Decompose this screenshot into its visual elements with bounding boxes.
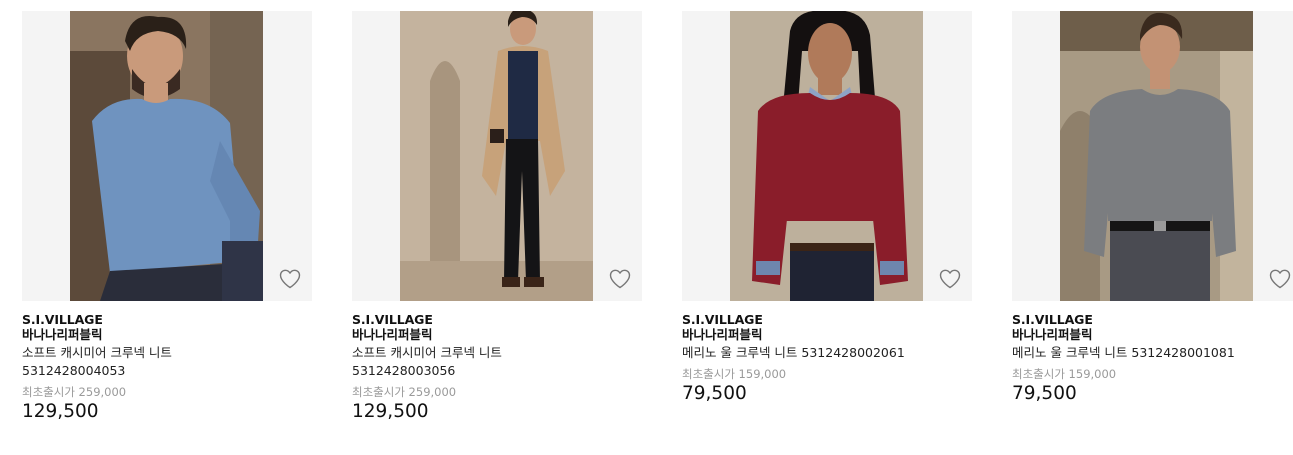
- product-card[interactable]: S.I.VILLAGE 바나나리퍼블릭 메리노 울 크루넥 니트 5312428…: [1012, 11, 1293, 405]
- original-price: 최초출시가 159,000: [682, 367, 787, 381]
- sale-price: 129,500: [22, 401, 99, 422]
- sale-price: 129,500: [352, 401, 429, 422]
- product-name[interactable]: 메리노 울 크루넥 니트 5312428002061: [682, 344, 972, 362]
- heart-outline-icon: [939, 269, 961, 289]
- sale-price: 79,500: [1012, 383, 1077, 404]
- product-code: 5312428004053: [22, 363, 126, 378]
- product-name[interactable]: 소프트 캐시미어 크루넥 니트 5312428004053: [22, 344, 312, 380]
- product-image-frame[interactable]: [22, 11, 312, 301]
- heart-outline-icon: [279, 269, 301, 289]
- sale-price: 79,500: [682, 383, 747, 404]
- wishlist-button[interactable]: [938, 267, 962, 291]
- product-image-frame[interactable]: [1012, 11, 1293, 301]
- brand-name[interactable]: S.I.VILLAGE: [352, 312, 642, 327]
- sub-brand-name[interactable]: 바나나리퍼블릭: [22, 327, 312, 343]
- brand-name[interactable]: S.I.VILLAGE: [1012, 312, 1293, 327]
- wishlist-button[interactable]: [1268, 267, 1292, 291]
- sub-brand-name[interactable]: 바나나리퍼블릭: [1012, 327, 1293, 343]
- sub-brand-name[interactable]: 바나나리퍼블릭: [682, 327, 972, 343]
- product-grid: S.I.VILLAGE 바나나리퍼블릭 소프트 캐시미어 크루넥 니트 5312…: [22, 11, 1293, 455]
- product-name[interactable]: 메리노 울 크루넥 니트 5312428001081: [1012, 344, 1293, 362]
- product-info: S.I.VILLAGE 바나나리퍼블릭 메리노 울 크루넥 니트 5312428…: [682, 301, 972, 405]
- original-price: 최초출시가 259,000: [22, 385, 127, 399]
- product-name-line: 메리노 울 크루넥 니트 5312428001081: [1012, 345, 1235, 360]
- product-image-frame[interactable]: [352, 11, 642, 301]
- wishlist-button[interactable]: [608, 267, 632, 291]
- product-name[interactable]: 소프트 캐시미어 크루넥 니트 5312428003056: [352, 344, 642, 380]
- product-info: S.I.VILLAGE 바나나리퍼블릭 메리노 울 크루넥 니트 5312428…: [1012, 301, 1293, 405]
- product-photo[interactable]: [730, 11, 923, 301]
- product-code: 5312428003056: [352, 363, 456, 378]
- product-card[interactable]: S.I.VILLAGE 바나나리퍼블릭 메리노 울 크루넥 니트 5312428…: [682, 11, 972, 405]
- brand-name[interactable]: S.I.VILLAGE: [22, 312, 312, 327]
- product-image-frame[interactable]: [682, 11, 972, 301]
- brand-name[interactable]: S.I.VILLAGE: [682, 312, 972, 327]
- product-info: S.I.VILLAGE 바나나리퍼블릭 소프트 캐시미어 크루넥 니트 5312…: [22, 301, 312, 423]
- heart-outline-icon: [1269, 269, 1291, 289]
- product-card[interactable]: S.I.VILLAGE 바나나리퍼블릭 소프트 캐시미어 크루넥 니트 5312…: [22, 11, 312, 423]
- product-photo[interactable]: [1060, 11, 1253, 301]
- product-photo[interactable]: [400, 11, 593, 301]
- product-name-line: 메리노 울 크루넥 니트 5312428002061: [682, 345, 905, 360]
- product-card[interactable]: S.I.VILLAGE 바나나리퍼블릭 소프트 캐시미어 크루넥 니트 5312…: [352, 11, 642, 423]
- product-name-line: 소프트 캐시미어 크루넥 니트: [22, 345, 172, 360]
- original-price: 최초출시가 259,000: [352, 385, 457, 399]
- original-price: 최초출시가 159,000: [1012, 367, 1117, 381]
- sub-brand-name[interactable]: 바나나리퍼블릭: [352, 327, 642, 343]
- heart-outline-icon: [609, 269, 631, 289]
- product-photo[interactable]: [70, 11, 263, 301]
- product-info: S.I.VILLAGE 바나나리퍼블릭 소프트 캐시미어 크루넥 니트 5312…: [352, 301, 642, 423]
- wishlist-button[interactable]: [278, 267, 302, 291]
- product-name-line: 소프트 캐시미어 크루넥 니트: [352, 345, 502, 360]
